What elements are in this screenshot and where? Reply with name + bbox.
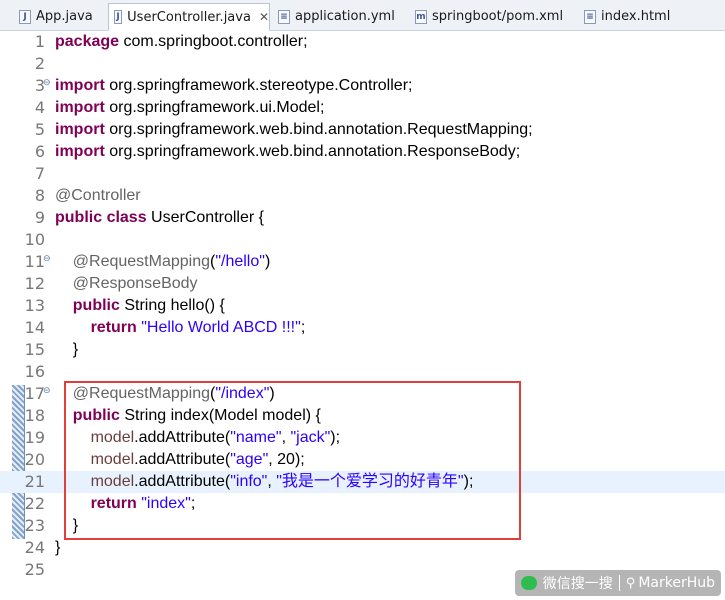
import-path: org.springframework.ui.Model; (104, 99, 325, 116)
method-signature: String hello() { (119, 297, 225, 314)
code-line-1: 1 package com.springboot.controller; (0, 31, 725, 53)
code-line-8: 8 @Controller (0, 185, 725, 207)
import-path: org.springframework.stereotype.Controlle… (104, 77, 413, 94)
punctuation: ) (264, 253, 271, 270)
string-literal: "/hello" (215, 253, 265, 270)
punctuation: ; (300, 319, 306, 336)
tab-pom-xml[interactable]: m springboot/pom.xml (410, 3, 563, 30)
code-line-15: 15 } (0, 339, 725, 361)
tab-label: App.java (36, 9, 93, 24)
line-number: 13 (24, 296, 45, 315)
code-line-2: 2 (0, 53, 725, 75)
tab-index-html[interactable]: ≡ index.html (579, 3, 670, 30)
fold-collapse-icon[interactable]: ⊖ (43, 386, 51, 396)
line-number: 3 (34, 76, 45, 95)
code-line-16: 16 (0, 361, 725, 383)
line-number: 1 (34, 32, 45, 51)
line-number: 9 (34, 208, 45, 227)
code-line-9: 9 public class UserController { (0, 207, 725, 229)
editor-tab-bar: J App.java J UserController.java ✕ ≡ app… (0, 0, 725, 31)
code-line-13: 13 public String hello() { (0, 295, 725, 317)
line-number: 23 (24, 516, 45, 535)
html-file-icon: ≡ (584, 9, 596, 24)
line-number: 15 (24, 340, 45, 359)
line-number: 11 (24, 252, 45, 271)
keyword: import (55, 99, 105, 116)
highlight-box (64, 381, 521, 540)
keyword: public (72, 297, 120, 314)
string-literal: "Hello World ABCD !!!" (141, 319, 301, 336)
line-number: 10 (24, 230, 45, 249)
line-number: 20 (24, 450, 45, 469)
code-line-11: 11 ⊖ @RequestMapping("/hello") (0, 251, 725, 273)
fold-collapse-icon[interactable]: ⊖ (43, 78, 51, 88)
annotation: @RequestMapping (72, 253, 210, 270)
line-number: 6 (34, 142, 45, 161)
keyword: import (55, 77, 105, 94)
watermark-brand: MarkerHub (638, 575, 715, 591)
maven-pom-icon: m (415, 9, 427, 24)
line-number: 18 (24, 406, 45, 425)
line-number: 16 (24, 362, 45, 381)
tab-application-yml[interactable]: ≡ application.yml (273, 3, 395, 30)
wechat-watermark: 微信搜一搜 ⚲ MarkerHub (514, 570, 721, 596)
code-line-6: 6 import org.springframework.web.bind.an… (0, 141, 725, 163)
watermark-label: 微信搜一搜 (542, 576, 613, 592)
search-icon: ⚲ (625, 575, 636, 591)
tab-usercontroller-java[interactable]: J UserController.java ✕ (108, 3, 270, 31)
line-number: 12 (24, 274, 45, 293)
import-path: org.springframework.web.bind.annotation.… (104, 143, 521, 160)
line-number: 21 (24, 472, 45, 491)
line-number: 4 (34, 98, 45, 117)
code-line-4: 4 import org.springframework.ui.Model; (0, 97, 725, 119)
keyword: return (90, 319, 137, 336)
tab-label: application.yml (295, 9, 395, 24)
java-file-icon: J (19, 9, 31, 24)
line-number: 14 (24, 318, 45, 337)
import-path: org.springframework.web.bind.annotation.… (104, 121, 533, 138)
wechat-icon (520, 576, 537, 590)
package-name: com.springboot.controller; (119, 33, 308, 50)
line-number: 7 (34, 164, 45, 183)
code-line-12: 12 @ResponseBody (0, 273, 725, 295)
code-line-7: 7 (0, 163, 725, 185)
line-number: 22 (24, 494, 45, 513)
keyword: package (55, 33, 120, 50)
line-number: 17 (24, 384, 45, 403)
line-number: 24 (24, 538, 45, 557)
class-declaration: UserController { (146, 209, 264, 226)
code-line-3: 3 ⊖ import org.springframework.stereotyp… (0, 75, 725, 97)
punctuation: } (72, 341, 79, 358)
annotation: @ResponseBody (72, 275, 198, 292)
keyword: class (106, 209, 147, 226)
keyword: public (55, 209, 103, 226)
code-line-24: 24 } (0, 537, 725, 559)
annotation: @Controller (55, 187, 141, 204)
tab-app-java[interactable]: J App.java (14, 3, 93, 30)
line-number: 8 (34, 186, 45, 205)
tab-label: springboot/pom.xml (432, 9, 564, 24)
tab-label: index.html (601, 9, 671, 24)
tab-label: UserController.java (127, 9, 251, 25)
line-number: 19 (24, 428, 45, 447)
yml-file-icon: ≡ (278, 9, 290, 24)
code-line-10: 10 (0, 229, 725, 251)
code-line-14: 14 return "Hello World ABCD !!!"; (0, 317, 725, 339)
keyword: import (55, 143, 105, 160)
close-icon[interactable]: ✕ (259, 10, 269, 24)
java-file-icon: J (114, 10, 123, 24)
line-number: 25 (24, 560, 45, 579)
line-number: 5 (34, 120, 45, 139)
fold-collapse-icon[interactable]: ⊖ (43, 254, 51, 264)
line-number: 2 (34, 54, 45, 73)
divider (618, 575, 620, 591)
punctuation: } (55, 539, 61, 556)
code-line-5: 5 import org.springframework.web.bind.an… (0, 119, 725, 141)
keyword: import (55, 121, 105, 138)
